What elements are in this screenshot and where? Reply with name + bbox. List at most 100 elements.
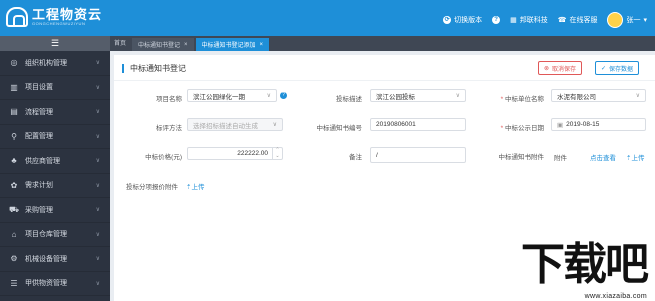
chevron-down-icon: ∨	[95, 182, 100, 189]
sidebar-item-warehouse[interactable]: ⌂ 项目仓库管理 ∨	[0, 223, 110, 247]
sidebar-toggle-button[interactable]: ☰	[0, 36, 110, 51]
sidebar-item-label: 供应商管理	[25, 157, 60, 165]
chevron-down-icon: ∨	[95, 133, 100, 140]
sidebar-item-machine[interactable]: ⚙ 机械设备管理 ∨	[0, 247, 110, 272]
chevron-down-icon: ∨	[95, 231, 100, 238]
tab-label: 中标通知书登记添加	[201, 43, 256, 49]
sidebar-item-label: 配置管理	[25, 133, 53, 141]
sidebar-item-purchase[interactable]: ⛟ 采购管理 ∨	[0, 198, 110, 223]
close-icon[interactable]: ×	[260, 42, 264, 48]
sidebar-item-supplier[interactable]: ♣ 供应商管理 ∨	[0, 149, 110, 174]
service-icon: ☎	[557, 17, 567, 24]
service-button[interactable]: ☎ 在线客服	[558, 15, 598, 25]
project-name-label: 项目名称	[156, 96, 182, 103]
sidebar-item-project[interactable]: ▥ 项目设置 ∨	[0, 76, 110, 100]
material-icon: ☰	[10, 278, 18, 288]
help-button[interactable]: ?	[492, 16, 501, 24]
tab-notice-register[interactable]: 中标通知书登记 ×	[132, 38, 194, 51]
sidebar-item-label: 项目仓库管理	[25, 231, 67, 239]
sidebar-item-label: 需求计划	[25, 182, 53, 190]
chevron-down-icon: ∨	[95, 256, 100, 263]
notice-no-value: 20190806001	[376, 121, 416, 128]
watermark-logo: 下载吧	[521, 239, 649, 290]
sidebar-item-config[interactable]: ⚲ 配置管理 ∨	[0, 125, 110, 149]
chevron-down-icon: ∨	[272, 122, 277, 128]
switch-icon: ⟳	[443, 16, 452, 24]
sidebar-item-label: 甲供物资管理	[25, 280, 67, 288]
chevron-down-icon: ∨	[266, 93, 271, 99]
watermark-url: www.xiazaiba.com	[584, 293, 647, 300]
notice-no-label: 中标通知书编号	[316, 125, 363, 132]
chevron-down-icon: ∨	[455, 93, 460, 99]
sidebar-item-material[interactable]: ☰ 甲供物资管理 ∨	[0, 272, 110, 296]
cancel-label: 取消保存	[552, 66, 577, 73]
publish-date-input[interactable]: ▣ 2019-08-15	[551, 118, 646, 131]
remark-textarea[interactable]: /	[370, 147, 466, 163]
chevron-down-icon: ∨	[95, 207, 100, 214]
sidebar: ☰ ◎ 组织机构管理 ∨ ▥ 项目设置 ∨ ▤ 流程管理 ∨ ⚲ 配置管理 ∨ ♣ 供应商管理 ∨ …	[0, 36, 110, 301]
app-subtitle: GONGCHENGWUZIYUN	[32, 21, 86, 26]
cancel-icon: ⊗	[544, 65, 550, 72]
company-button[interactable]: ▦ 邦联科技	[510, 15, 548, 25]
logo-icon	[6, 7, 28, 27]
tab-notice-add[interactable]: 中标通知书登记添加 ×	[195, 38, 270, 51]
attachment-label: 中标通知书附件	[498, 154, 545, 161]
split-attach-label: 投标分项报价附件	[126, 184, 178, 191]
project-icon: ▥	[10, 82, 18, 92]
sidebar-item-label: 项目设置	[25, 84, 53, 92]
bid-desc-value: 滨江公园投标	[376, 93, 415, 101]
user-name: 张一	[626, 17, 641, 24]
service-label: 在线客服	[569, 17, 598, 24]
remark-label: 备注	[349, 154, 362, 161]
chevron-down-icon: ∨	[95, 60, 100, 67]
sidebar-item-org[interactable]: ◎ 组织机构管理 ∨	[0, 51, 110, 76]
avatar	[607, 12, 624, 28]
switch-version-label: 切换版本	[454, 17, 483, 24]
sidebar-item-flow[interactable]: ▤ 流程管理 ∨	[0, 100, 110, 125]
chevron-down-icon: ∨	[95, 158, 100, 165]
winner-select[interactable]: 水泥有限公司 ∨	[551, 89, 646, 102]
switch-version-button[interactable]: ⟳ 切换版本	[443, 15, 482, 25]
price-input[interactable]: 222222.00 ⌃ ⌄	[187, 147, 283, 160]
project-name-value: 滨江公园绿化一期	[193, 93, 245, 101]
winner-label: * 中标单位名称	[500, 96, 544, 103]
view-attachment-link[interactable]: 点击查看	[590, 152, 616, 162]
notice-no-input[interactable]: 20190806001	[370, 118, 466, 131]
split-upload-link[interactable]: ⇡上传	[186, 181, 204, 191]
company-icon: ▦	[510, 17, 517, 24]
publish-date-label: * 中标公示日期	[500, 125, 544, 132]
divider	[114, 80, 655, 81]
close-icon[interactable]: ×	[184, 42, 188, 48]
sidebar-item-label: 组织机构管理	[25, 59, 67, 67]
chevron-down-icon: ∨	[95, 109, 100, 116]
price-stepper[interactable]: ⌃ ⌄	[272, 147, 282, 160]
config-icon: ⚲	[11, 131, 17, 141]
tab-bar: 首页 中标通知书登记 × 中标通知书登记添加 ×	[110, 36, 655, 51]
bid-desc-select[interactable]: 滨江公园投标 ∨	[370, 89, 466, 102]
method-placeholder: 选择招标描述自动生成	[193, 122, 258, 130]
price-value: 222222.00	[237, 150, 268, 157]
tab-home[interactable]: 首页	[114, 38, 126, 47]
cart-icon: ⛟	[9, 204, 20, 214]
app-logo[interactable]: 工程物资云 GONGCHENGWUZIYUN	[6, 7, 102, 27]
watermark: 下载吧 www.xiazaiba.com	[517, 241, 653, 301]
upload-attachment-link[interactable]: ⇡上传	[626, 152, 644, 162]
sidebar-item-plan[interactable]: ✿ 需求计划 ∨	[0, 174, 110, 198]
project-name-select[interactable]: 滨江公园绿化一期 ∨	[187, 89, 277, 102]
sidebar-item-label: 采购管理	[25, 206, 53, 214]
price-label: 中标价格(元)	[145, 154, 182, 161]
help-icon[interactable]: ?	[280, 92, 287, 99]
winner-value: 水泥有限公司	[557, 93, 596, 101]
chevron-down-icon: ∨	[95, 84, 100, 91]
attachment-name: 附件	[554, 155, 567, 162]
save-label: 保存数据	[609, 66, 634, 73]
main-panel: 中标通知书登记 ⊗ 取消保存 ✓ 保存数据 项目名称 滨江公园绿化一期 ∨ ? 投标描…	[114, 55, 655, 301]
method-select[interactable]: 选择招标描述自动生成 ∨	[187, 118, 283, 131]
cancel-button[interactable]: ⊗ 取消保存	[538, 61, 583, 75]
remark-value: /	[376, 151, 378, 159]
bid-desc-label: 投标描述	[336, 96, 362, 103]
plan-icon: ✿	[10, 180, 18, 190]
check-icon: ✓	[601, 65, 607, 72]
user-menu[interactable]: 张一 ▾	[607, 12, 647, 28]
save-button[interactable]: ✓ 保存数据	[595, 61, 640, 75]
